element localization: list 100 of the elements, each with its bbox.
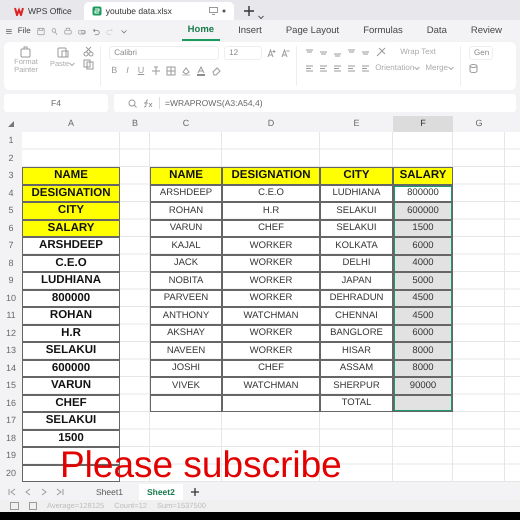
- copy-icon[interactable]: [83, 59, 94, 70]
- text-style-button[interactable]: U: [136, 64, 146, 78]
- row-header[interactable]: 15: [0, 377, 22, 394]
- record-icon[interactable]: [29, 502, 37, 510]
- strikethrough-icon[interactable]: [151, 66, 162, 76]
- first-sheet-icon[interactable]: [8, 488, 16, 496]
- row-header[interactable]: 18: [0, 430, 22, 447]
- macro-icon[interactable]: [10, 502, 19, 510]
- row-header[interactable]: 5: [0, 202, 22, 220]
- table-cell: 600000: [22, 360, 120, 377]
- zoom-icon[interactable]: [128, 98, 137, 108]
- row-header[interactable]: 7: [0, 237, 22, 254]
- selected-cell[interactable]: [393, 394, 453, 412]
- file-menu[interactable]: File: [18, 25, 31, 37]
- table-cell: AKSHAY: [150, 324, 222, 342]
- font-color-icon[interactable]: [196, 66, 206, 76]
- align-right-icon[interactable]: [333, 64, 342, 72]
- sheet-file-icon[interactable]: [92, 6, 102, 16]
- table-cell: WORKER: [222, 237, 320, 254]
- add-sheet-icon[interactable]: [190, 488, 199, 496]
- table-cell: NAME: [22, 167, 120, 184]
- save-icon[interactable]: [36, 26, 45, 36]
- paste-icon[interactable]: [56, 46, 69, 58]
- shrink-font-icon[interactable]: [281, 48, 290, 58]
- row-header[interactable]: 12: [0, 324, 22, 342]
- formula-field[interactable]: =WRAPROWS(A3:A54,4): [114, 94, 516, 112]
- table-cell: KOLKATA: [320, 237, 393, 254]
- distribute-icon[interactable]: [361, 64, 370, 72]
- monitor-icon[interactable]: [208, 7, 218, 15]
- app-tab[interactable]: WPS Office: [6, 2, 80, 20]
- row-header[interactable]: 17: [0, 412, 22, 430]
- database-icon[interactable]: [469, 64, 478, 73]
- clipboard-icon[interactable]: [20, 46, 32, 58]
- table-cell: ARSHDEEP: [22, 237, 120, 254]
- ribbon-tab[interactable]: Review: [464, 22, 508, 40]
- font-field[interactable]: Calibri: [109, 46, 220, 60]
- table-cell: 6000: [393, 324, 453, 342]
- justify-icon[interactable]: [347, 64, 356, 72]
- empty-cell: [150, 394, 222, 412]
- row-header[interactable]: 10: [0, 290, 22, 307]
- caret-icon[interactable]: [258, 14, 264, 20]
- column-header[interactable]: G: [453, 116, 505, 132]
- table-cell: LUDHIANA: [320, 184, 393, 202]
- table-cell: 1500: [22, 430, 120, 447]
- table-cell: SALARY: [22, 220, 120, 237]
- new-tab-icon[interactable]: [244, 6, 254, 16]
- prev-sheet-icon[interactable]: [24, 488, 32, 496]
- column-header[interactable]: D: [222, 116, 320, 132]
- row-header[interactable]: 1: [0, 132, 22, 150]
- select-all-icon[interactable]: [8, 121, 14, 127]
- row-header[interactable]: 4: [0, 184, 22, 202]
- row-header[interactable]: 2: [0, 150, 22, 167]
- row-header[interactable]: 11: [0, 307, 22, 324]
- scissors-icon[interactable]: [83, 46, 94, 57]
- row-header[interactable]: 19: [0, 447, 22, 464]
- row-header[interactable]: 8: [0, 254, 22, 272]
- row-header[interactable]: 20: [0, 464, 22, 482]
- function-icon[interactable]: [143, 98, 153, 108]
- orientation-icon[interactable]: [375, 46, 388, 58]
- text-style-button[interactable]: B: [109, 64, 120, 78]
- row-header[interactable]: 3: [0, 167, 22, 184]
- table-cell: 800000: [22, 290, 120, 307]
- next-sheet-icon[interactable]: [40, 488, 48, 496]
- sheet-tab[interactable]: Sheet2: [138, 484, 183, 500]
- table-cell: CITY: [22, 202, 120, 220]
- font-size-field[interactable]: 12: [224, 46, 262, 60]
- fill-color-icon[interactable]: [181, 66, 192, 76]
- grow-font-icon[interactable]: [267, 48, 276, 58]
- table-cell: 4000: [393, 254, 453, 272]
- ribbon-tab[interactable]: Page Layout: [280, 22, 346, 40]
- table-cell: 8000: [393, 342, 453, 360]
- ribbon-tab[interactable]: Insert: [232, 22, 268, 40]
- row-header[interactable]: 14: [0, 360, 22, 377]
- align-center-icon[interactable]: [319, 64, 328, 72]
- ribbon-tab[interactable]: Formulas: [357, 22, 409, 40]
- eraser-icon[interactable]: [211, 66, 222, 76]
- print-icon[interactable]: [64, 26, 72, 36]
- wps-logo-icon[interactable]: [14, 6, 24, 16]
- borders-icon[interactable]: [166, 66, 176, 76]
- column-header[interactable]: E: [320, 116, 393, 132]
- column-header[interactable]: F: [393, 116, 453, 132]
- sheet-tab[interactable]: Sheet1: [88, 484, 131, 500]
- row-header[interactable]: 13: [0, 342, 22, 360]
- last-sheet-icon[interactable]: [56, 488, 64, 496]
- table-cell: H.R: [22, 324, 120, 342]
- row-header[interactable]: 6: [0, 220, 22, 237]
- row-header[interactable]: 16: [0, 394, 22, 412]
- table-cell: ROHAN: [22, 307, 120, 324]
- menu-icon[interactable]: [6, 28, 12, 34]
- table-cell: JOSHI: [150, 360, 222, 377]
- text-style-button[interactable]: I: [124, 64, 131, 78]
- name-box[interactable]: F4: [4, 94, 108, 112]
- row-header[interactable]: 9: [0, 272, 22, 290]
- number-format-field[interactable]: Gen: [469, 46, 494, 60]
- column-header[interactable]: B: [120, 116, 150, 132]
- app-tab[interactable]: youtube data.xlsx: [84, 2, 234, 20]
- ribbon-tab[interactable]: Data: [420, 22, 453, 40]
- column-header[interactable]: A: [22, 116, 120, 132]
- align-left-icon[interactable]: [305, 64, 314, 72]
- column-header[interactable]: C: [150, 116, 222, 132]
